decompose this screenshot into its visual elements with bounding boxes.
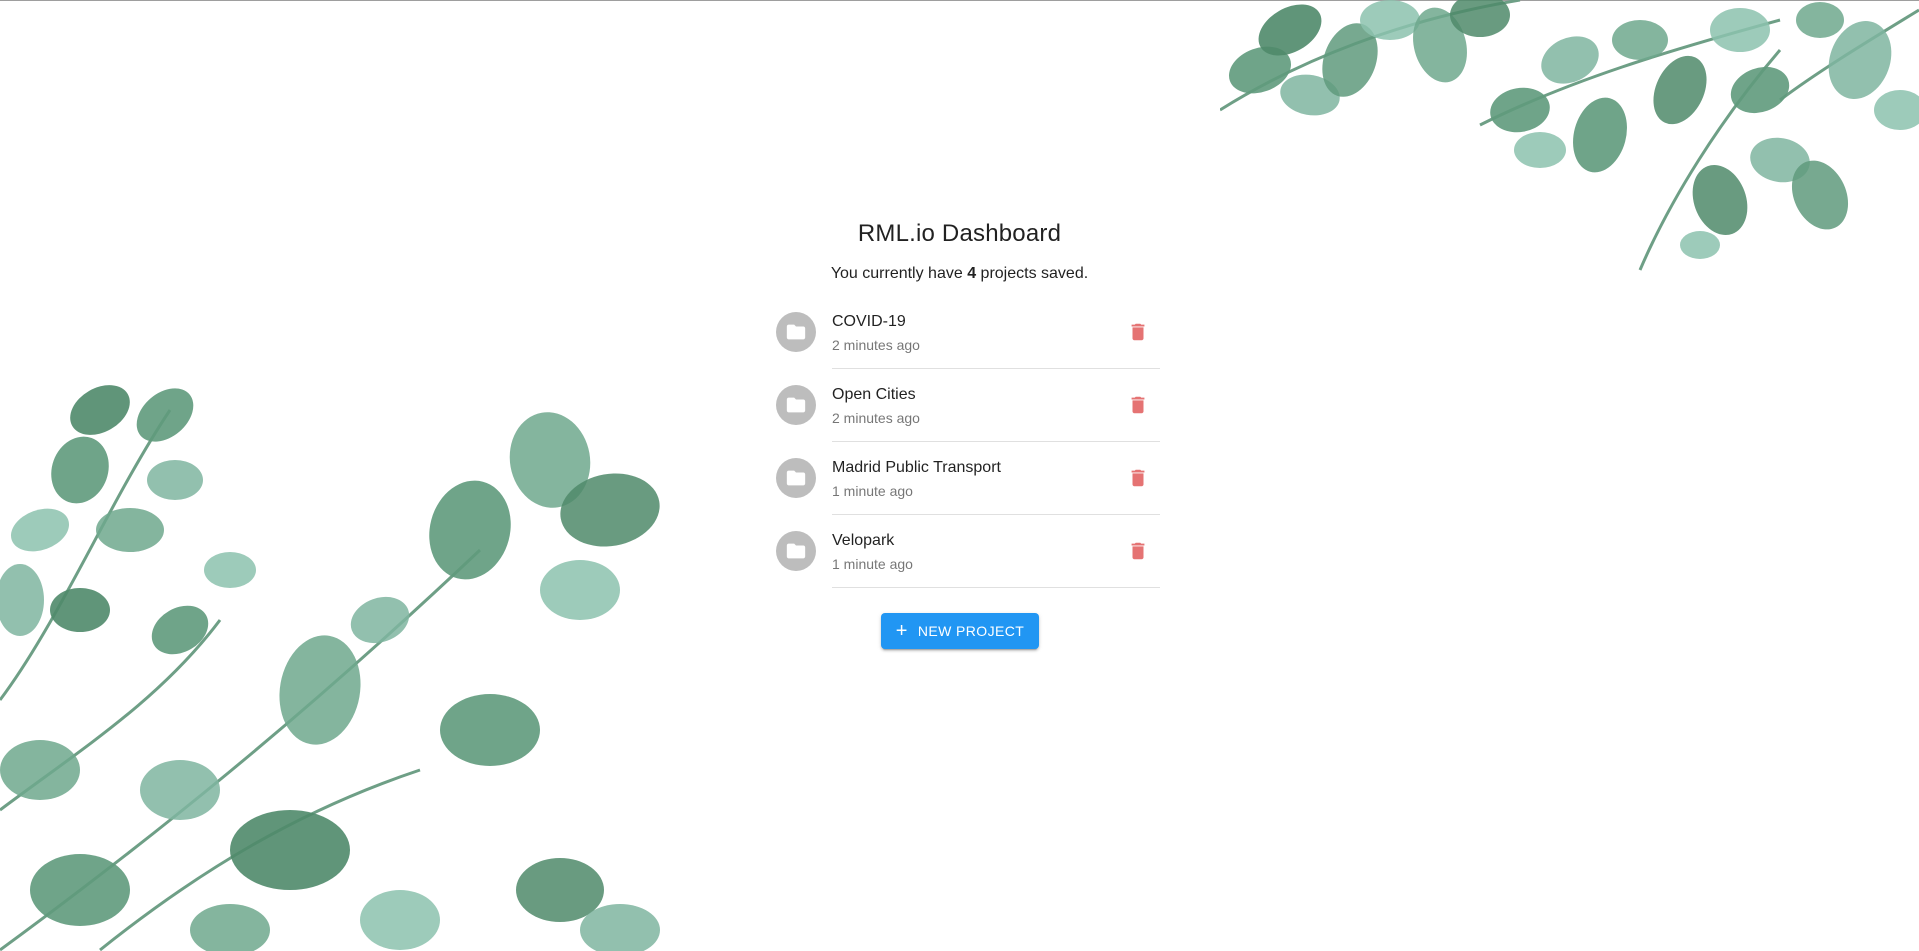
plus-icon: + — [895, 620, 908, 642]
delete-project-button[interactable] — [1122, 389, 1154, 421]
page-title: RML.io Dashboard — [857, 220, 1062, 247]
project-item[interactable]: Velopark 1 minute ago — [770, 515, 1160, 588]
delete-project-button[interactable] — [1122, 316, 1154, 348]
project-item[interactable]: COVID-19 2 minutes ago — [770, 296, 1160, 369]
project-name: Madrid Public Transport — [832, 459, 1001, 476]
trash-icon — [1131, 542, 1145, 560]
folder-icon — [776, 385, 816, 425]
folder-icon — [776, 531, 816, 571]
summary-prefix: You currently have — [830, 265, 968, 282]
divider — [832, 587, 1160, 588]
new-project-label: NEW PROJECT — [917, 623, 1025, 639]
project-time: 2 minutes ago — [832, 337, 920, 353]
folder-icon — [776, 312, 816, 352]
project-name: Open Cities — [832, 386, 916, 403]
project-time: 1 minute ago — [832, 556, 913, 572]
delete-project-button[interactable] — [1122, 462, 1154, 494]
summary-suffix: projects saved. — [976, 265, 1089, 282]
project-time: 1 minute ago — [832, 483, 913, 499]
project-time: 2 minutes ago — [832, 410, 920, 426]
trash-icon — [1131, 396, 1145, 414]
projects-summary: You currently have 4 projects saved. — [0, 265, 1919, 283]
project-list: COVID-19 2 minutes ago Open Cities 2 min… — [770, 296, 1160, 588]
project-item[interactable]: Open Cities 2 minutes ago — [770, 369, 1160, 442]
new-project-button[interactable]: + NEW PROJECT — [881, 613, 1039, 649]
project-count: 4 — [967, 265, 977, 282]
project-item[interactable]: Madrid Public Transport 1 minute ago — [770, 442, 1160, 515]
folder-icon — [776, 458, 816, 498]
trash-icon — [1131, 469, 1145, 487]
dashboard-main: RML.io Dashboard You currently have 4 pr… — [0, 0, 1919, 951]
delete-project-button[interactable] — [1122, 535, 1154, 567]
project-name: Velopark — [832, 532, 895, 549]
project-name: COVID-19 — [832, 313, 906, 330]
trash-icon — [1131, 323, 1145, 341]
